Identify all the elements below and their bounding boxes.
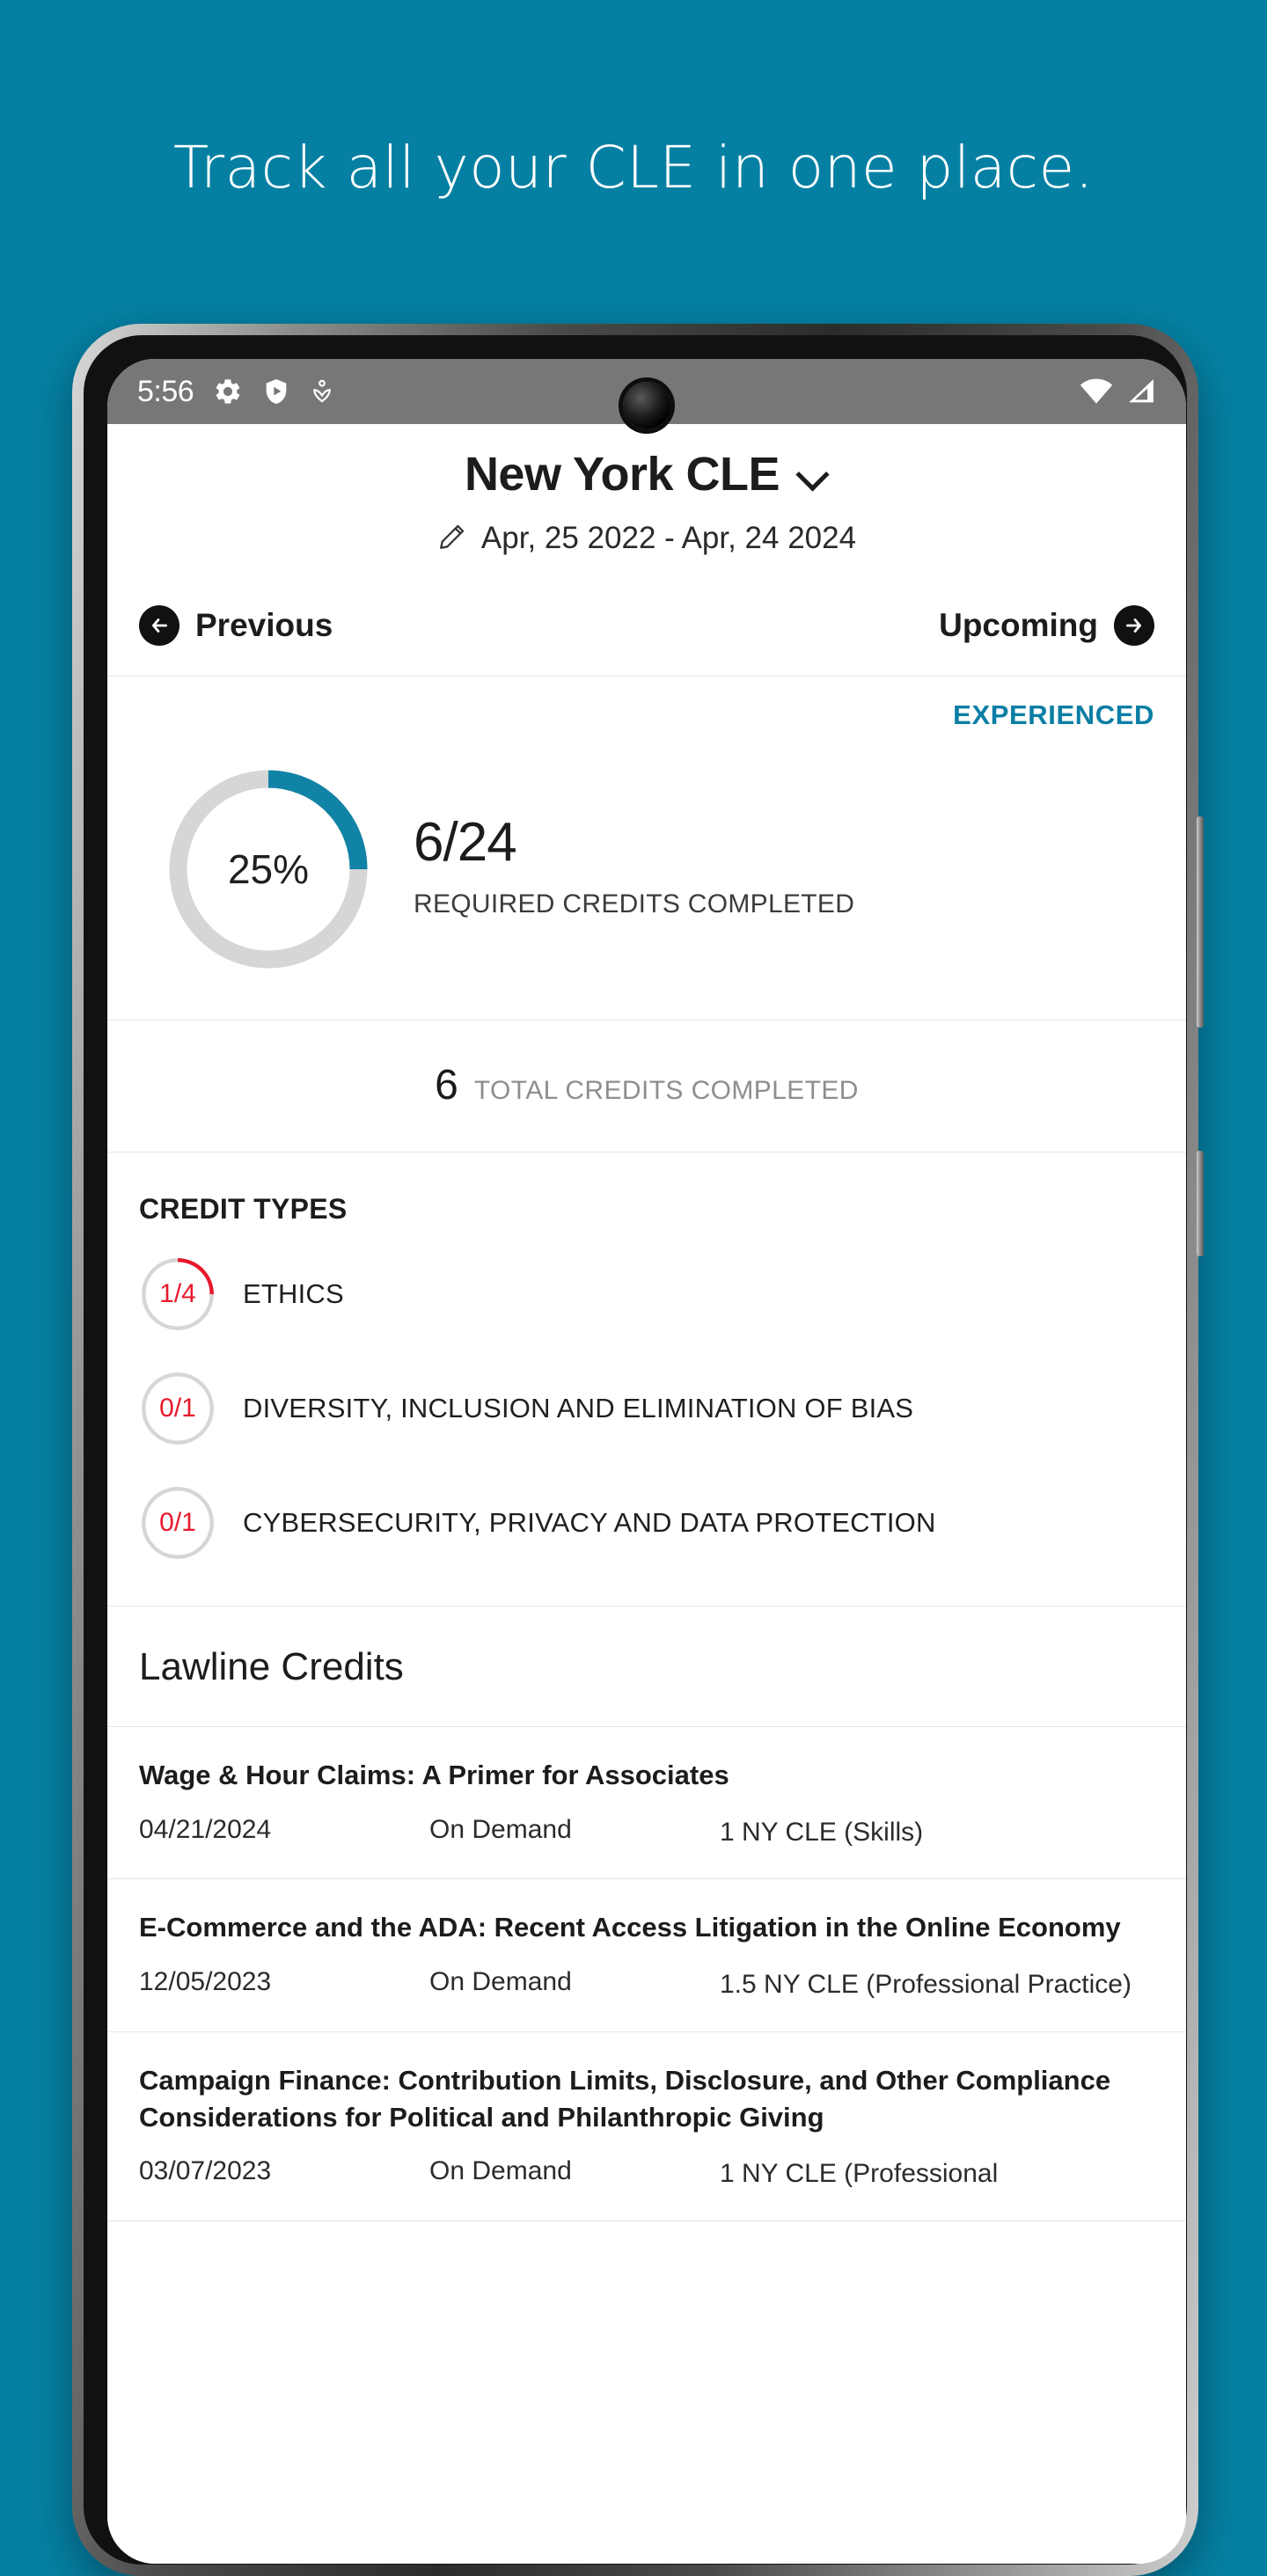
page-title: New York CLE bbox=[464, 448, 780, 501]
credit-type-row[interactable]: 1/4 ETHICS bbox=[139, 1255, 1154, 1333]
phone-bezel: 5:56 New York CLE Apr, 25 2022 - Apr, 24… bbox=[84, 335, 1187, 2565]
required-credits-fraction: 6/24 bbox=[414, 812, 517, 873]
person-heart-icon bbox=[310, 377, 334, 406]
status-bar: 5:56 bbox=[107, 359, 1186, 429]
power-button[interactable] bbox=[1197, 1151, 1204, 1256]
course-meta: 03/07/2023 On Demand 1 NY CLE (Professio… bbox=[139, 2156, 1154, 2192]
progress-text-block: 6/24 REQUIRED CREDITS COMPLETED bbox=[414, 816, 854, 923]
ethics-progress-ring: 1/4 bbox=[139, 1255, 216, 1333]
app-header: New York CLE Apr, 25 2022 - Apr, 24 2024 bbox=[107, 424, 1186, 579]
phone-screen: 5:56 New York CLE Apr, 25 2022 - Apr, 24… bbox=[107, 359, 1186, 2564]
course-credits: 1.5 NY CLE (Professional Practice) bbox=[720, 1970, 1132, 2000]
previous-period-button[interactable]: Previous bbox=[139, 605, 333, 646]
lawline-credits-header: Lawline Credits bbox=[107, 1606, 1186, 1727]
total-credits-caption: TOTAL CREDITS COMPLETED bbox=[473, 1076, 859, 1105]
previous-label: Previous bbox=[195, 607, 333, 643]
credit-type-fraction: 1/4 bbox=[159, 1279, 196, 1308]
credit-type-label: ETHICS bbox=[243, 1278, 344, 1309]
course-meta: 04/21/2024 On Demand 1 NY CLE (Skills) bbox=[139, 1815, 1154, 1851]
chevron-down-icon[interactable] bbox=[795, 457, 829, 491]
upcoming-label: Upcoming bbox=[939, 607, 1098, 643]
lawline-credits-title: Lawline Credits bbox=[139, 1645, 404, 1688]
wifi-icon bbox=[1079, 377, 1114, 406]
credit-type-row[interactable]: 0/1 CYBERSECURITY, PRIVACY AND DATA PROT… bbox=[139, 1484, 1154, 1562]
list-item[interactable]: Campaign Finance: Contribution Limits, D… bbox=[107, 2032, 1186, 2221]
upcoming-period-button[interactable]: Upcoming bbox=[939, 605, 1154, 646]
arrow-left-circle-icon[interactable] bbox=[139, 605, 179, 646]
hero-headline: Track all your CLE in one place. bbox=[172, 133, 1095, 201]
donut-percent-label: 25% bbox=[227, 846, 310, 892]
compliance-period: Apr, 25 2022 - Apr, 24 2024 bbox=[480, 521, 857, 555]
status-bar-left: 5:56 bbox=[137, 375, 334, 409]
list-item[interactable]: E-Commerce and the ADA: Recent Access Li… bbox=[107, 1879, 1186, 2032]
credit-type-label: CYBERSECURITY, PRIVACY AND DATA PROTECTI… bbox=[243, 1507, 936, 1538]
required-credits-caption: REQUIRED CREDITS COMPLETED bbox=[414, 889, 855, 918]
volume-button[interactable] bbox=[1197, 816, 1204, 1028]
required-credits-donut-chart: 25% bbox=[158, 759, 378, 979]
status-bar-clock: 5:56 bbox=[137, 374, 194, 408]
course-date: 03/07/2023 bbox=[139, 2156, 272, 2186]
course-date: 12/05/2023 bbox=[139, 1967, 272, 1997]
credit-type-fraction: 0/1 bbox=[159, 1394, 196, 1423]
shield-play-icon bbox=[262, 377, 290, 406]
arrow-right-circle-icon[interactable] bbox=[1114, 605, 1154, 646]
app-content: New York CLE Apr, 25 2022 - Apr, 24 2024 bbox=[107, 424, 1186, 2564]
course-format: On Demand bbox=[429, 1967, 572, 1997]
credit-type-label: DIVERSITY, INCLUSION AND ELIMINATION OF … bbox=[243, 1393, 914, 1423]
status-badge: EXPERIENCED bbox=[953, 699, 1154, 730]
gear-icon bbox=[213, 377, 243, 406]
diversity-progress-ring: 0/1 bbox=[139, 1370, 216, 1447]
course-credits: 1 NY CLE (Professional bbox=[720, 2159, 999, 2189]
course-meta: 12/05/2023 On Demand 1.5 NY CLE (Profess… bbox=[139, 1967, 1154, 2003]
front-camera bbox=[623, 382, 670, 429]
course-format: On Demand bbox=[429, 2156, 572, 2186]
course-format: On Demand bbox=[429, 1814, 572, 1844]
total-credits-row: 6 TOTAL CREDITS COMPLETED bbox=[107, 1021, 1186, 1153]
total-credits-number: 6 bbox=[435, 1062, 458, 1109]
date-range-row[interactable]: Apr, 25 2022 - Apr, 24 2024 bbox=[107, 521, 1186, 556]
course-date: 04/21/2024 bbox=[139, 1814, 272, 1844]
progress-summary: EXPERIENCED 25% 6/24 REQUIRED CREDITS CO… bbox=[107, 677, 1186, 1021]
cybersecurity-progress-ring: 0/1 bbox=[139, 1484, 216, 1562]
credit-types-heading: CREDIT TYPES bbox=[139, 1193, 348, 1225]
course-credits: 1 NY CLE (Skills) bbox=[720, 1817, 924, 1847]
list-item[interactable]: Wage & Hour Claims: A Primer for Associa… bbox=[107, 1727, 1186, 1880]
course-title: E-Commerce and the ADA: Recent Access Li… bbox=[139, 1912, 1121, 1943]
credit-types-section: CREDIT TYPES 1/4 ETHICS 0/1 DIVERSITY, I… bbox=[107, 1153, 1186, 1606]
course-title: Campaign Finance: Contribution Limits, D… bbox=[139, 2064, 1111, 2133]
phone-device-frame: 5:56 New York CLE Apr, 25 2022 - Apr, 24… bbox=[72, 324, 1204, 2576]
credit-type-fraction: 0/1 bbox=[159, 1508, 196, 1537]
credit-type-row[interactable]: 0/1 DIVERSITY, INCLUSION AND ELIMINATION… bbox=[139, 1370, 1154, 1447]
status-badge-row: EXPERIENCED bbox=[139, 699, 1154, 731]
period-navigation: Previous Upcoming bbox=[107, 579, 1186, 677]
course-title: Wage & Hour Claims: A Primer for Associa… bbox=[139, 1760, 729, 1790]
progress-body: 25% 6/24 REQUIRED CREDITS COMPLETED bbox=[139, 759, 1154, 979]
hero-banner: Track all your CLE in one place. bbox=[0, 0, 1267, 334]
cellular-signal-icon bbox=[1126, 377, 1156, 406]
pencil-icon[interactable] bbox=[437, 522, 467, 556]
jurisdiction-selector[interactable]: New York CLE bbox=[107, 447, 1186, 501]
status-bar-right bbox=[1079, 377, 1156, 406]
